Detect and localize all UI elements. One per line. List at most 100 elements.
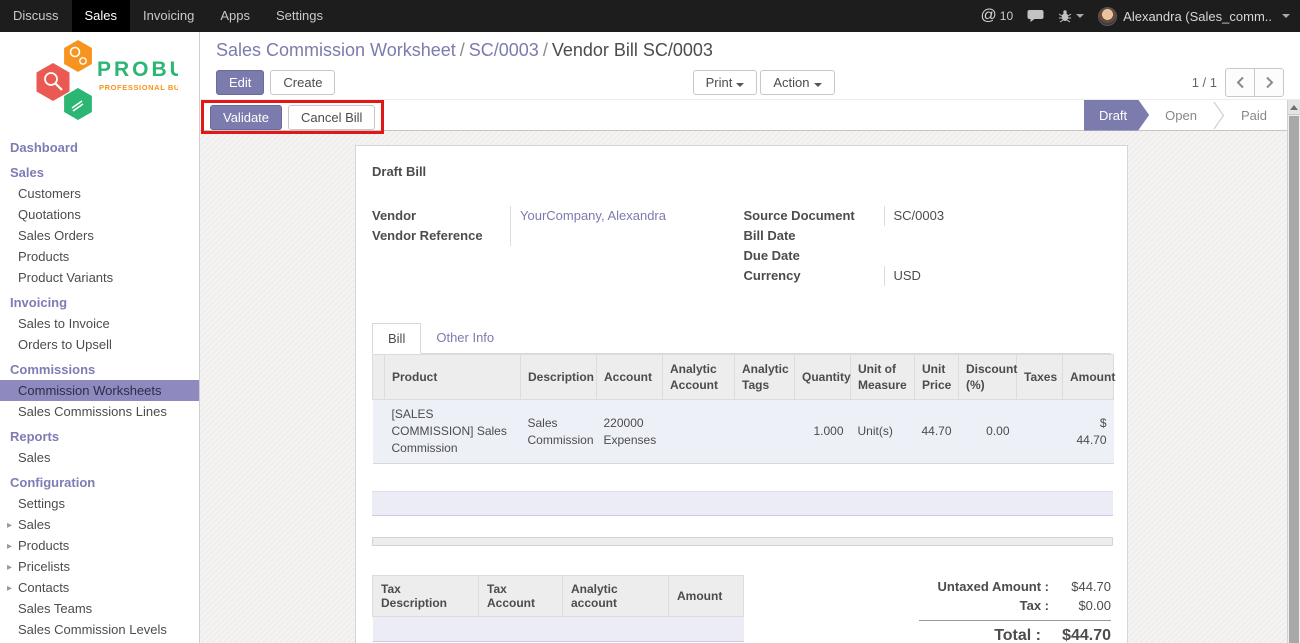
bill-state-title: Draft Bill bbox=[372, 164, 1111, 179]
chevron-down-icon bbox=[736, 83, 744, 87]
sidebar-item-label: Orders to Upsell bbox=[18, 337, 112, 352]
at-icon: @ bbox=[981, 7, 997, 25]
action-dropdown-button[interactable]: Action bbox=[760, 70, 834, 95]
status-step-open[interactable]: Open bbox=[1149, 100, 1213, 131]
untaxed-amount-label: Untaxed Amount : bbox=[938, 579, 1049, 594]
col-tax-amount[interactable]: Amount bbox=[669, 575, 744, 616]
col-amount[interactable]: Amount bbox=[1063, 355, 1114, 400]
top-navbar: Discuss Sales Invoicing Apps Settings @ … bbox=[0, 0, 1300, 32]
pager-next-button[interactable] bbox=[1254, 68, 1284, 97]
status-step-draft[interactable]: Draft bbox=[1084, 100, 1149, 131]
sidebar-item-label: Sales Commission Levels bbox=[18, 622, 167, 637]
left-sidebar: PROBUSE PROFESSIONAL BUSINESS Dashboard … bbox=[0, 32, 200, 643]
col-account[interactable]: Account bbox=[597, 355, 663, 400]
cell-taxes bbox=[1017, 400, 1063, 463]
chat-bubble-icon[interactable] bbox=[1027, 9, 1044, 23]
cell-description: Sales Commission bbox=[521, 400, 597, 463]
breadcrumb-link-worksheet[interactable]: Sales Commission Worksheet bbox=[216, 40, 456, 60]
nav-sales[interactable]: Sales bbox=[72, 0, 131, 32]
tab-other-info[interactable]: Other Info bbox=[421, 323, 509, 353]
scrollbar-thumb[interactable] bbox=[1289, 116, 1299, 643]
col-analytic-account[interactable]: Analytic Account bbox=[663, 355, 735, 400]
debug-bug-icon[interactable] bbox=[1058, 9, 1084, 23]
edit-button[interactable]: Edit bbox=[216, 70, 264, 95]
sidebar-item-contacts[interactable]: ▸Contacts bbox=[0, 577, 199, 598]
col-tax-description[interactable]: Tax Description bbox=[373, 575, 479, 616]
sidebar-section-invoicing[interactable]: Invoicing bbox=[0, 292, 199, 313]
sidebar-item-label: Product Variants bbox=[18, 270, 113, 285]
due-date-value[interactable] bbox=[884, 246, 1112, 266]
currency-value[interactable]: USD bbox=[884, 266, 1112, 286]
col-taxes[interactable]: Taxes bbox=[1017, 355, 1063, 400]
bill-date-value[interactable] bbox=[884, 226, 1112, 246]
sidebar-item-commission-worksheets[interactable]: Commission Worksheets bbox=[0, 380, 199, 401]
sidebar-item-product-variants[interactable]: Product Variants bbox=[0, 267, 199, 288]
create-button[interactable]: Create bbox=[270, 70, 335, 95]
status-step-paid[interactable]: Paid bbox=[1225, 100, 1283, 131]
validate-button[interactable]: Validate bbox=[210, 105, 282, 130]
sidebar-item-customers[interactable]: Customers bbox=[0, 183, 199, 204]
vendor-reference-value[interactable] bbox=[510, 226, 742, 246]
col-analytic-tags[interactable]: Analytic Tags bbox=[735, 355, 795, 400]
sidebar-item-orders-to-upsell[interactable]: Orders to Upsell bbox=[0, 334, 199, 355]
sidebar-item-pricelists[interactable]: ▸Pricelists bbox=[0, 556, 199, 577]
sidebar-item-label: Products bbox=[18, 249, 69, 264]
cell-analytic-tags bbox=[735, 400, 795, 463]
sidebar-section-sales[interactable]: Sales bbox=[0, 162, 199, 183]
user-menu[interactable]: Alexandra (Sales_comm.. bbox=[1098, 7, 1290, 26]
notebook-tabs: Bill Other Info bbox=[372, 323, 1111, 354]
cell-discount: 0.00 bbox=[959, 400, 1017, 463]
sidebar-item-sales-to-invoice[interactable]: Sales to Invoice bbox=[0, 313, 199, 334]
mentions-counter[interactable]: @ 10 bbox=[981, 7, 1014, 25]
col-quantity[interactable]: Quantity bbox=[795, 355, 851, 400]
sidebar-item-products[interactable]: Products bbox=[0, 246, 199, 267]
field-group-left: Vendor YourCompany, Alexandra Vendor Ref… bbox=[372, 206, 742, 286]
sidebar-item-reports-sales[interactable]: Sales bbox=[0, 447, 199, 468]
col-description[interactable]: Description bbox=[521, 355, 597, 400]
sidebar-item-sales-orders[interactable]: Sales Orders bbox=[0, 225, 199, 246]
col-tax-account[interactable]: Tax Account bbox=[479, 575, 563, 616]
sidebar-item-config-products[interactable]: ▸Products bbox=[0, 535, 199, 556]
sidebar-item-sales-commissions-lines[interactable]: Sales Commissions Lines bbox=[0, 401, 199, 422]
scroll-up-button[interactable] bbox=[1288, 100, 1300, 115]
currency-label: Currency bbox=[742, 266, 884, 286]
col-unit-price[interactable]: Unit Price bbox=[915, 355, 959, 400]
cancel-bill-button[interactable]: Cancel Bill bbox=[288, 105, 375, 130]
horizontal-scrollbar[interactable] bbox=[372, 537, 1113, 546]
sidebar-item-dashboard[interactable]: Dashboard bbox=[0, 137, 199, 158]
source-document-value[interactable]: SC/0003 bbox=[884, 206, 1112, 226]
nav-discuss[interactable]: Discuss bbox=[0, 0, 72, 32]
nav-apps[interactable]: Apps bbox=[207, 0, 263, 32]
totals-block: Untaxed Amount : $44.70 Tax : $0.00 Tota… bbox=[919, 577, 1111, 643]
invoice-line-row[interactable]: [SALES COMMISSION] Sales Commission Sale… bbox=[373, 400, 1114, 463]
grand-total-label: Total : bbox=[994, 627, 1041, 643]
navbar-menus: Discuss Sales Invoicing Apps Settings bbox=[0, 0, 336, 32]
row-handle[interactable] bbox=[373, 400, 385, 463]
vendor-reference-label: Vendor Reference bbox=[372, 226, 510, 246]
pager-previous-button[interactable] bbox=[1225, 68, 1255, 97]
col-unit-of-measure[interactable]: Unit of Measure bbox=[851, 355, 915, 400]
nav-settings[interactable]: Settings bbox=[263, 0, 336, 32]
vendor-value[interactable]: YourCompany, Alexandra bbox=[510, 206, 742, 226]
col-discount[interactable]: Discount (%) bbox=[959, 355, 1017, 400]
sidebar-item-config-sales[interactable]: ▸Sales bbox=[0, 514, 199, 535]
sidebar-item-sales-commission-levels[interactable]: Sales Commission Levels bbox=[0, 619, 199, 640]
sidebar-item-quotations[interactable]: Quotations bbox=[0, 204, 199, 225]
chevron-right-icon bbox=[1265, 76, 1274, 89]
col-tax-analytic-account[interactable]: Analytic account bbox=[563, 575, 669, 616]
empty-line-row[interactable] bbox=[372, 491, 1113, 516]
vertical-scrollbar[interactable] bbox=[1287, 100, 1300, 643]
breadcrumb-link-sc0003[interactable]: SC/0003 bbox=[469, 40, 539, 60]
sidebar-section-commissions[interactable]: Commissions bbox=[0, 359, 199, 380]
chevron-right-icon: ▸ bbox=[7, 540, 12, 553]
col-product[interactable]: Product bbox=[385, 355, 521, 400]
sidebar-item-settings[interactable]: Settings bbox=[0, 493, 199, 514]
tax-total-label: Tax : bbox=[1020, 598, 1049, 613]
print-dropdown-button[interactable]: Print bbox=[693, 70, 758, 95]
nav-invoicing[interactable]: Invoicing bbox=[130, 0, 207, 32]
sidebar-section-reports[interactable]: Reports bbox=[0, 426, 199, 447]
sidebar-item-sales-teams[interactable]: Sales Teams bbox=[0, 598, 199, 619]
tax-lines-table: Tax Description Tax Account Analytic acc… bbox=[372, 575, 744, 642]
tab-bill[interactable]: Bill bbox=[372, 323, 421, 354]
sidebar-section-configuration[interactable]: Configuration bbox=[0, 472, 199, 493]
